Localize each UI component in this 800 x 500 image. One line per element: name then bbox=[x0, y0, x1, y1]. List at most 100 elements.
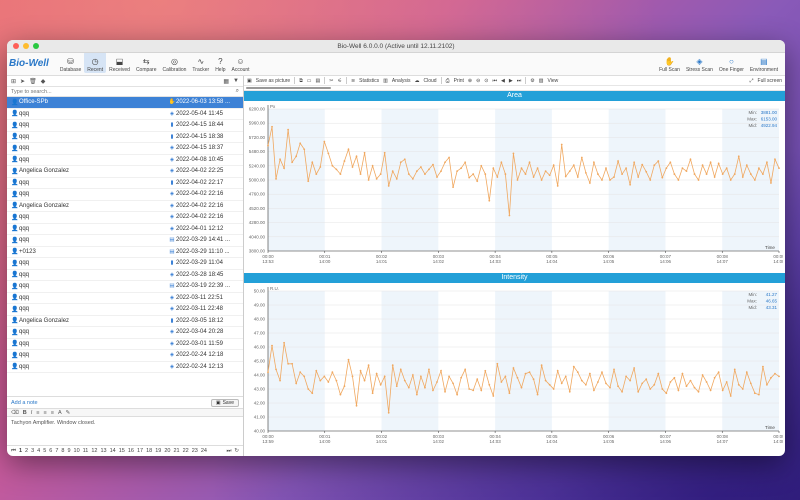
highlight-icon[interactable]: ✎ bbox=[66, 410, 71, 416]
record-row[interactable]: 👤 qqq ◈ 2022-04-15 18:37 bbox=[7, 143, 243, 155]
note-text[interactable]: Tachyon Amplifier. Window closed. bbox=[7, 417, 243, 445]
page-link[interactable]: 8 bbox=[61, 448, 64, 454]
page-link[interactable]: 5 bbox=[43, 448, 46, 454]
search-input[interactable] bbox=[11, 88, 236, 95]
toolbar-recent-button[interactable]: ◷ Recent bbox=[84, 52, 107, 73]
record-row[interactable]: 👤 qqq ◈ 2022-03-11 22:48 bbox=[7, 304, 243, 316]
page-link[interactable]: 18 bbox=[146, 448, 152, 454]
maximize-window-button[interactable] bbox=[33, 43, 39, 49]
first-page-icon[interactable]: ⏮ bbox=[11, 448, 16, 455]
bold-icon[interactable]: B bbox=[23, 410, 27, 416]
record-row[interactable]: 👤 qqq ▮ 2022-03-29 11:04 bbox=[7, 258, 243, 270]
page-link[interactable]: 22 bbox=[183, 448, 189, 454]
prev-icon[interactable]: ◀ bbox=[501, 78, 505, 84]
zoom-in-icon[interactable]: ⊕ bbox=[468, 78, 472, 84]
page-link[interactable]: 23 bbox=[192, 448, 198, 454]
record-row[interactable]: 👤 qqq ▮ 2022-04-02 22:17 bbox=[7, 178, 243, 189]
italic-icon[interactable]: I bbox=[31, 410, 33, 416]
toolbar-stress-scan-button[interactable]: ◈ Stress Scan bbox=[683, 52, 716, 73]
analysis-button[interactable]: Analysis bbox=[392, 78, 411, 84]
first-icon[interactable]: ⏮ bbox=[493, 78, 498, 84]
last-icon[interactable]: ⏭ bbox=[517, 78, 522, 84]
record-row[interactable]: 👤 Angelica Gonzalez ▮ 2022-03-05 18:12 bbox=[7, 316, 243, 327]
toolbar-help-button[interactable]: ? Help bbox=[212, 52, 228, 73]
page-link[interactable]: 9 bbox=[67, 448, 70, 454]
add-note-link[interactable]: Add a note bbox=[11, 400, 211, 406]
page-link[interactable]: 10 bbox=[74, 448, 80, 454]
toolbar-account-button[interactable]: ☺ Account bbox=[228, 52, 252, 73]
cut-icon[interactable]: ✂ bbox=[329, 78, 333, 84]
search-icon[interactable]: ⌕ bbox=[236, 88, 239, 95]
record-row[interactable]: 👤 Angelica Gonzalez ◈ 2022-04-02 22:25 bbox=[7, 166, 243, 178]
cloud-button[interactable]: Cloud bbox=[424, 78, 437, 84]
record-row[interactable]: 👤 qqq ◈ 2022-02-24 12:13 bbox=[7, 362, 243, 373]
clear-format-icon[interactable]: ⌫ bbox=[11, 410, 19, 416]
record-row[interactable]: 👤 Angelica Gonzalez ◈ 2022-04-02 22:16 bbox=[7, 201, 243, 212]
next-icon[interactable]: ▶ bbox=[509, 78, 513, 84]
last-page-icon[interactable]: ⏭ bbox=[226, 448, 231, 455]
record-row[interactable]: 👤 qqq ◈ 2022-04-02 22:16 bbox=[7, 212, 243, 224]
record-row[interactable]: 👤 qqq ◈ 2022-04-02 22:16 bbox=[7, 189, 243, 201]
close-window-button[interactable] bbox=[13, 43, 19, 49]
page-link[interactable]: 17 bbox=[137, 448, 143, 454]
send-icon[interactable]: ➤ bbox=[20, 78, 25, 85]
toolbar-database-button[interactable]: ⛁ Database bbox=[57, 52, 84, 73]
record-row[interactable]: 👤 qqq ◈ 2022-04-01 12:12 bbox=[7, 224, 243, 235]
comment-icon[interactable]: ▭ bbox=[307, 78, 312, 84]
page-link[interactable]: 12 bbox=[91, 448, 97, 454]
page-link[interactable]: 1 bbox=[19, 448, 22, 454]
statistics-button[interactable]: Statistics bbox=[359, 78, 379, 84]
chart-scrollbar-thumb[interactable] bbox=[246, 87, 331, 89]
record-row[interactable]: 👤 qqq ◈ 2022-02-24 12:18 bbox=[7, 350, 243, 362]
record-row[interactable]: 👤 Office-SPb ✋ 2022-06-03 13:58 ... bbox=[7, 97, 243, 109]
record-row[interactable]: 👤 qqq ▮ 2022-04-15 18:44 bbox=[7, 120, 243, 132]
toolbar-environment-button[interactable]: ▤ Environment bbox=[747, 52, 781, 73]
page-link[interactable]: 3 bbox=[31, 448, 34, 454]
save-picture-button[interactable]: Save as picture bbox=[256, 78, 290, 84]
toolbar-received-button[interactable]: ⬓ Received bbox=[106, 52, 133, 73]
export-icon[interactable]: ▤ bbox=[316, 78, 321, 84]
record-row[interactable]: 👤 qqq ▮ 2022-04-15 18:38 bbox=[7, 132, 243, 143]
refresh-icon[interactable]: ↻ bbox=[234, 448, 239, 454]
toolbar-calibration-button[interactable]: ◎ Calibration bbox=[160, 52, 190, 73]
toolbar-one-finger-button[interactable]: ○ One Finger bbox=[716, 52, 747, 73]
chart-scrollbar[interactable] bbox=[244, 86, 785, 91]
page-link[interactable]: 16 bbox=[128, 448, 134, 454]
record-row[interactable]: 👤 qqq ◈ 2022-03-01 11:59 bbox=[7, 339, 243, 350]
record-row[interactable]: 👤 qqq ▤ 2022-03-19 22:39 ... bbox=[7, 281, 243, 293]
fullscreen-button[interactable]: Full screen bbox=[758, 78, 782, 84]
page-link[interactable]: 19 bbox=[155, 448, 161, 454]
page-link[interactable]: 20 bbox=[164, 448, 170, 454]
page-link[interactable]: 4 bbox=[37, 448, 40, 454]
align-right-icon[interactable]: ≡ bbox=[51, 410, 54, 416]
settings-slider-icon[interactable]: ⚟ bbox=[337, 78, 341, 84]
page-link[interactable]: 15 bbox=[119, 448, 125, 454]
print-button[interactable]: Print bbox=[454, 78, 464, 84]
page-link[interactable]: 2 bbox=[25, 448, 28, 454]
toolbar-tracker-button[interactable]: ∿ Tracker bbox=[189, 52, 212, 73]
record-row[interactable]: 👤 qqq ◈ 2022-03-28 18:45 bbox=[7, 270, 243, 281]
filter-icon[interactable]: ▼ bbox=[233, 78, 239, 84]
page-link[interactable]: 13 bbox=[100, 448, 106, 454]
record-row[interactable]: 👤 qqq ◈ 2022-03-11 22:51 bbox=[7, 293, 243, 304]
delete-icon[interactable]: 🗑 bbox=[29, 78, 37, 85]
record-row[interactable]: 👤 qqq ▤ 2022-03-29 14:41 ... bbox=[7, 235, 243, 247]
view-menu[interactable]: View bbox=[547, 78, 558, 84]
page-link[interactable]: 6 bbox=[49, 448, 52, 454]
area-chart[interactable]: 6200.00 5960.00 5720.00 5480.00 5240.00 5000.… bbox=[244, 101, 783, 273]
page-link[interactable]: 21 bbox=[173, 448, 179, 454]
calendar-icon[interactable]: ▦ bbox=[223, 78, 229, 85]
zoom-out-icon[interactable]: ⊖ bbox=[476, 78, 480, 84]
minimize-window-button[interactable] bbox=[23, 43, 29, 49]
record-row[interactable]: 👤 qqq ◈ 2022-05-04 11:45 bbox=[7, 109, 243, 120]
intensity-chart[interactable]: 50.00 49.00 48.00 47.00 46.00 45.00 44.00 43.00… bbox=[244, 283, 783, 453]
record-row[interactable]: 👤 +0123 ▤ 2022-03-29 11:10 ... bbox=[7, 247, 243, 258]
toolbar-compare-button[interactable]: ⇆ Compare bbox=[133, 52, 160, 73]
copy-icon[interactable]: ⧉ bbox=[299, 78, 303, 84]
page-link[interactable]: 7 bbox=[55, 448, 58, 454]
page-link[interactable]: 24 bbox=[201, 448, 207, 454]
page-link[interactable]: 11 bbox=[83, 448, 89, 454]
align-left-icon[interactable]: ≡ bbox=[36, 410, 39, 416]
import-icon[interactable]: ⊞ bbox=[11, 78, 16, 85]
save-note-button[interactable]: ▣ Save bbox=[210, 398, 239, 407]
